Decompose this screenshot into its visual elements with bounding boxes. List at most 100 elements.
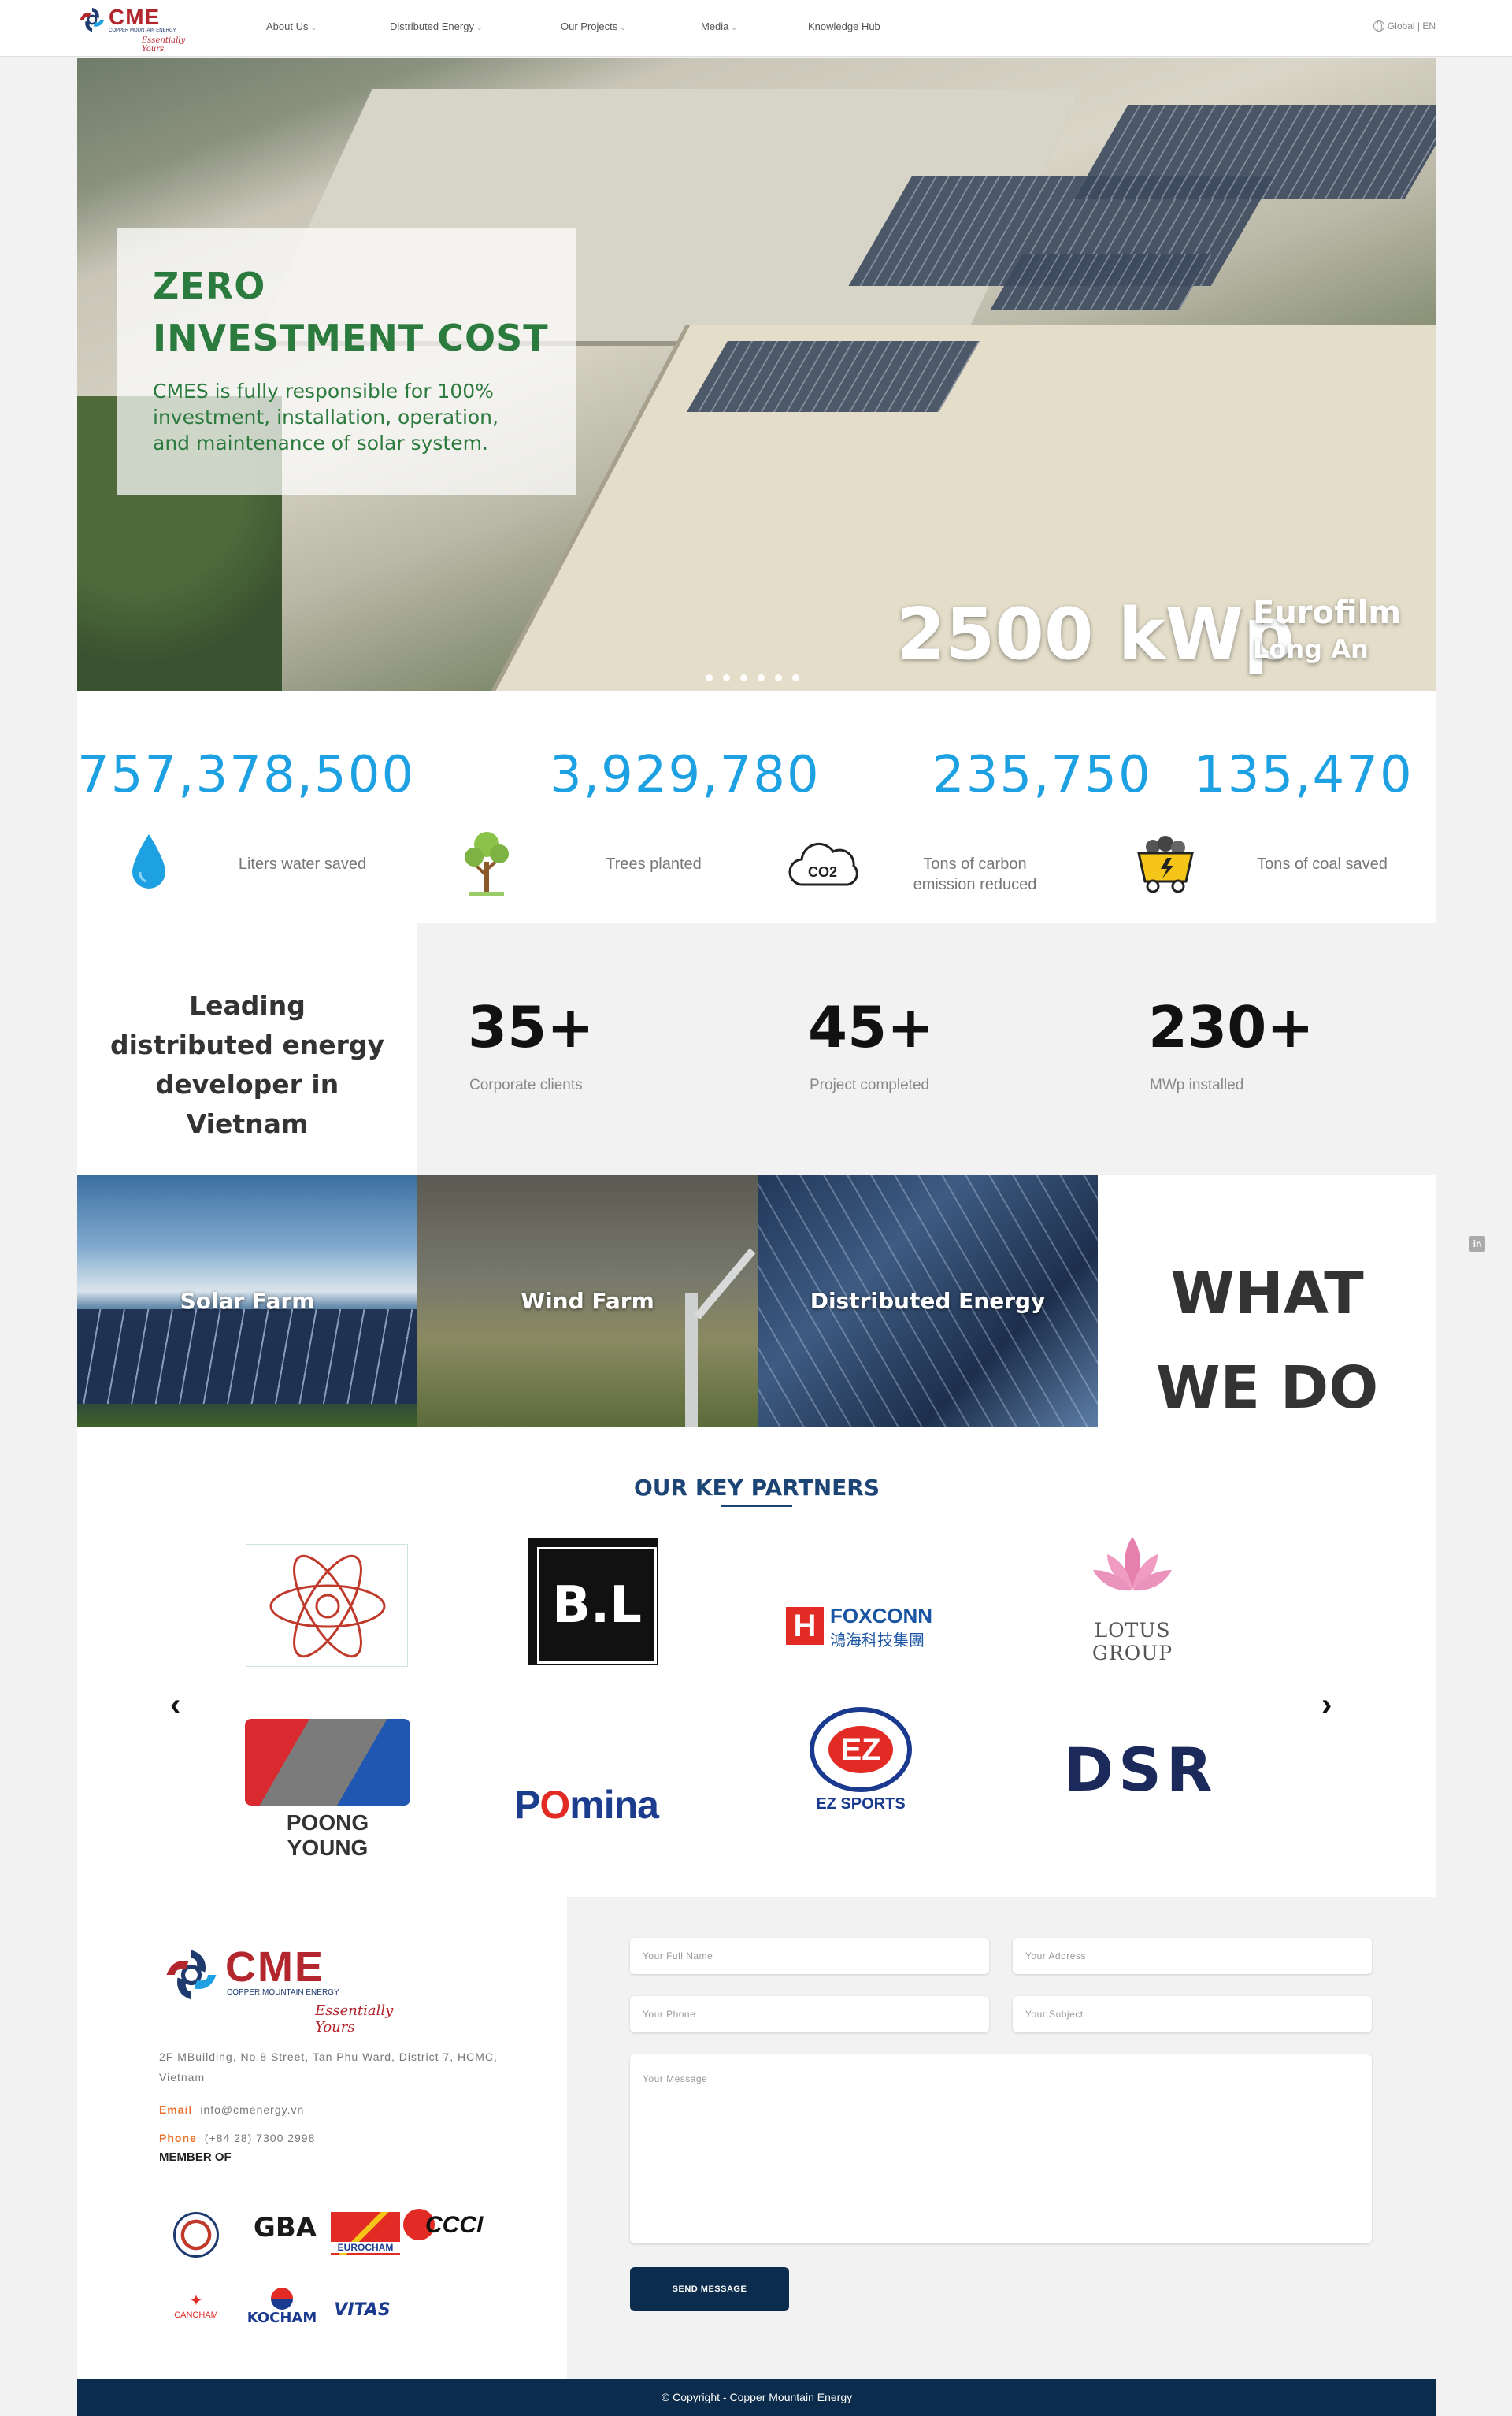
menu-distributed-energy-label: Distributed Energy: [390, 20, 474, 32]
cme-swirl-icon: [166, 1950, 217, 2000]
partner-logo-foxconn[interactable]: H FOXCONN 鴻海科技集團: [786, 1604, 945, 1650]
language-switcher[interactable]: Global | EN: [1373, 20, 1436, 32]
member-logo-ccci[interactable]: CCCI: [403, 2209, 483, 2261]
carousel-prev-arrow-icon[interactable]: ‹: [170, 1687, 180, 1723]
solar-panels-image: [77, 1309, 417, 1404]
kocham-emblem-icon: [271, 2288, 293, 2310]
menu-knowledge-hub[interactable]: Knowledge Hub: [808, 20, 880, 32]
linkedin-icon[interactable]: in: [1469, 1236, 1485, 1252]
foxconn-name: FOXCONN: [830, 1604, 932, 1627]
foxconn-name-cn: 鴻海科技集團: [830, 1632, 925, 1650]
cme-swirl-icon: [80, 7, 105, 32]
menu-knowledge-hub-label: Knowledge Hub: [808, 20, 880, 32]
services-section: Solar Farm Wind Farm Distributed Energy …: [77, 1175, 1436, 1427]
hero-site-line1: Eurofilm: [1253, 595, 1402, 631]
chevron-down-icon: ⌄: [310, 24, 317, 32]
stat-label: Tons of carbon emission reduced: [880, 854, 1069, 895]
member-logo-kocham[interactable]: KOCHAM: [246, 2288, 318, 2330]
kpi-projects: 45+ Project completed: [808, 923, 1123, 1175]
kpi-caption: MWp installed: [1150, 1077, 1244, 1093]
co2-cloud-icon: CO2: [788, 843, 858, 886]
language-label: Global | EN: [1387, 20, 1436, 32]
phone-input[interactable]: Your Phone: [630, 1996, 989, 2032]
full-name-input[interactable]: Your Full Name: [630, 1938, 989, 1974]
service-label: Distributed Energy: [810, 1288, 1046, 1314]
chevron-down-icon: ⌄: [620, 24, 626, 32]
message-textarea[interactable]: Your Message: [630, 2054, 1372, 2243]
member-of-heading: MEMBER OF: [159, 2151, 232, 2164]
service-tile-distributed-energy[interactable]: Distributed Energy: [758, 1175, 1098, 1427]
bl-logo-text: B.L: [537, 1547, 657, 1664]
menu-our-projects-label: Our Projects: [561, 20, 618, 32]
hero-slider[interactable]: ZERO INVESTMENT COST CMES is fully respo…: [77, 58, 1436, 691]
svg-text:CO2: CO2: [808, 864, 837, 880]
kpi-row: 35+ Corporate clients 45+ Project comple…: [417, 923, 1436, 1175]
footer-copyright: © Copyright - Copper Mountain Energy: [77, 2379, 1436, 2416]
member-logo-amcham[interactable]: [173, 2212, 219, 2258]
slider-dot[interactable]: [775, 674, 782, 681]
menu-media[interactable]: Media ⌄: [701, 20, 737, 32]
menu-about-us-label: About Us: [266, 20, 309, 32]
partner-logo-lotus-group[interactable]: LOTUS GROUP: [1054, 1534, 1211, 1664]
send-message-button[interactable]: SEND MESSAGE: [630, 2267, 789, 2311]
partner-logo-poong-young[interactable]: POONG YOUNG: [245, 1719, 410, 1860]
stat-value: 757,378,500: [77, 746, 416, 804]
phone-value[interactable]: (+84 28) 7300 2998: [205, 2132, 316, 2144]
stat-label: Tons of coal saved: [1257, 855, 1388, 873]
member-logo-cancham[interactable]: ✦ CANCHAM: [169, 2291, 224, 2330]
email-label: Email: [159, 2103, 193, 2116]
member-logo-eurocham[interactable]: EUROCHAM: [331, 2212, 400, 2255]
kpi-caption: Corporate clients: [469, 1077, 583, 1093]
stat-label: Trees planted: [606, 855, 702, 873]
logo-tagline: Essentially Yours: [142, 36, 186, 54]
menu-distributed-energy[interactable]: Distributed Energy ⌄: [390, 20, 483, 32]
menu-our-projects[interactable]: Our Projects ⌄: [561, 20, 626, 32]
kocham-text: KOCHAM: [246, 2310, 317, 2326]
partner-logo-pomina[interactable]: POmina: [514, 1782, 676, 1829]
tree-icon: [465, 832, 509, 896]
slider-dot[interactable]: [723, 674, 730, 681]
member-logo-vitas[interactable]: VITAS: [326, 2300, 398, 2324]
footer-contact-info: CME COPPER MOUNTAIN ENERGY Essentially Y…: [77, 1897, 567, 2379]
carousel-next-arrow-icon[interactable]: ›: [1321, 1687, 1332, 1723]
partners-title: OUR KEY PARTNERS: [633, 1475, 880, 1501]
slider-dot[interactable]: [706, 674, 713, 681]
partner-logo-atom[interactable]: [246, 1544, 408, 1667]
footer-logo-wordmark: CME: [225, 1943, 324, 1991]
what-we-do-block: WHAT WE DO: [1098, 1175, 1436, 1427]
leading-line3: developer in: [155, 1069, 339, 1100]
partner-logo-ez-sports[interactable]: EZ EZ SPORTS: [810, 1707, 912, 1817]
footer-logo-tagline: Essentially Yours: [315, 2002, 394, 2036]
coal-cart-icon: [1137, 836, 1194, 893]
chevron-down-icon: ⌄: [476, 24, 483, 32]
partner-logo-bl[interactable]: B.L: [528, 1538, 658, 1665]
poong-young-mark-icon: [245, 1719, 410, 1806]
leading-statement: Leading distributed energy developer in …: [77, 923, 417, 1175]
footer-cme-logo[interactable]: CME COPPER MOUNTAIN ENERGY Essentially Y…: [164, 1943, 400, 2036]
company-address: 2F MBuilding, No.8 Street, Tan Phu Ward,…: [159, 2050, 498, 2084]
stat-label: Liters water saved: [238, 855, 367, 873]
leading-line1: Leading: [189, 990, 306, 1021]
address-input[interactable]: Your Address: [1013, 1938, 1372, 1974]
email-value[interactable]: info@cmenergy.vn: [200, 2103, 304, 2116]
atom-icon: [269, 1554, 386, 1658]
service-tile-wind-farm[interactable]: Wind Farm: [417, 1175, 758, 1427]
slider-dot[interactable]: [740, 674, 747, 681]
member-logo-gba[interactable]: GBA: [252, 2212, 318, 2255]
top-navbar: CME COPPER MOUNTAIN ENERGY Essentially Y…: [0, 0, 1512, 57]
water-drop-icon: [132, 834, 165, 889]
kpi-mwp: 230+ MWp installed: [1148, 923, 1463, 1175]
service-tile-solar-farm[interactable]: Solar Farm: [77, 1175, 417, 1427]
menu-about-us[interactable]: About Us ⌄: [266, 20, 317, 32]
partner-logo-dsr[interactable]: DSR: [1064, 1735, 1212, 1805]
footer-logo-subtitle: COPPER MOUNTAIN ENERGY: [227, 1988, 339, 1997]
menu-media-label: Media: [701, 20, 729, 32]
cme-logo[interactable]: CME COPPER MOUNTAIN ENERGY Essentially Y…: [79, 5, 205, 54]
hero-image-solar-panels: [1073, 105, 1436, 199]
slider-dot[interactable]: [758, 674, 765, 681]
subject-input[interactable]: Your Subject: [1013, 1996, 1372, 2032]
slider-dot[interactable]: [792, 674, 799, 681]
leading-text: Leading distributed energy developer in …: [77, 986, 417, 1144]
hero-image-solar-panels: [990, 254, 1212, 310]
contact-email: Email info@cmenergy.vn: [159, 2103, 304, 2116]
